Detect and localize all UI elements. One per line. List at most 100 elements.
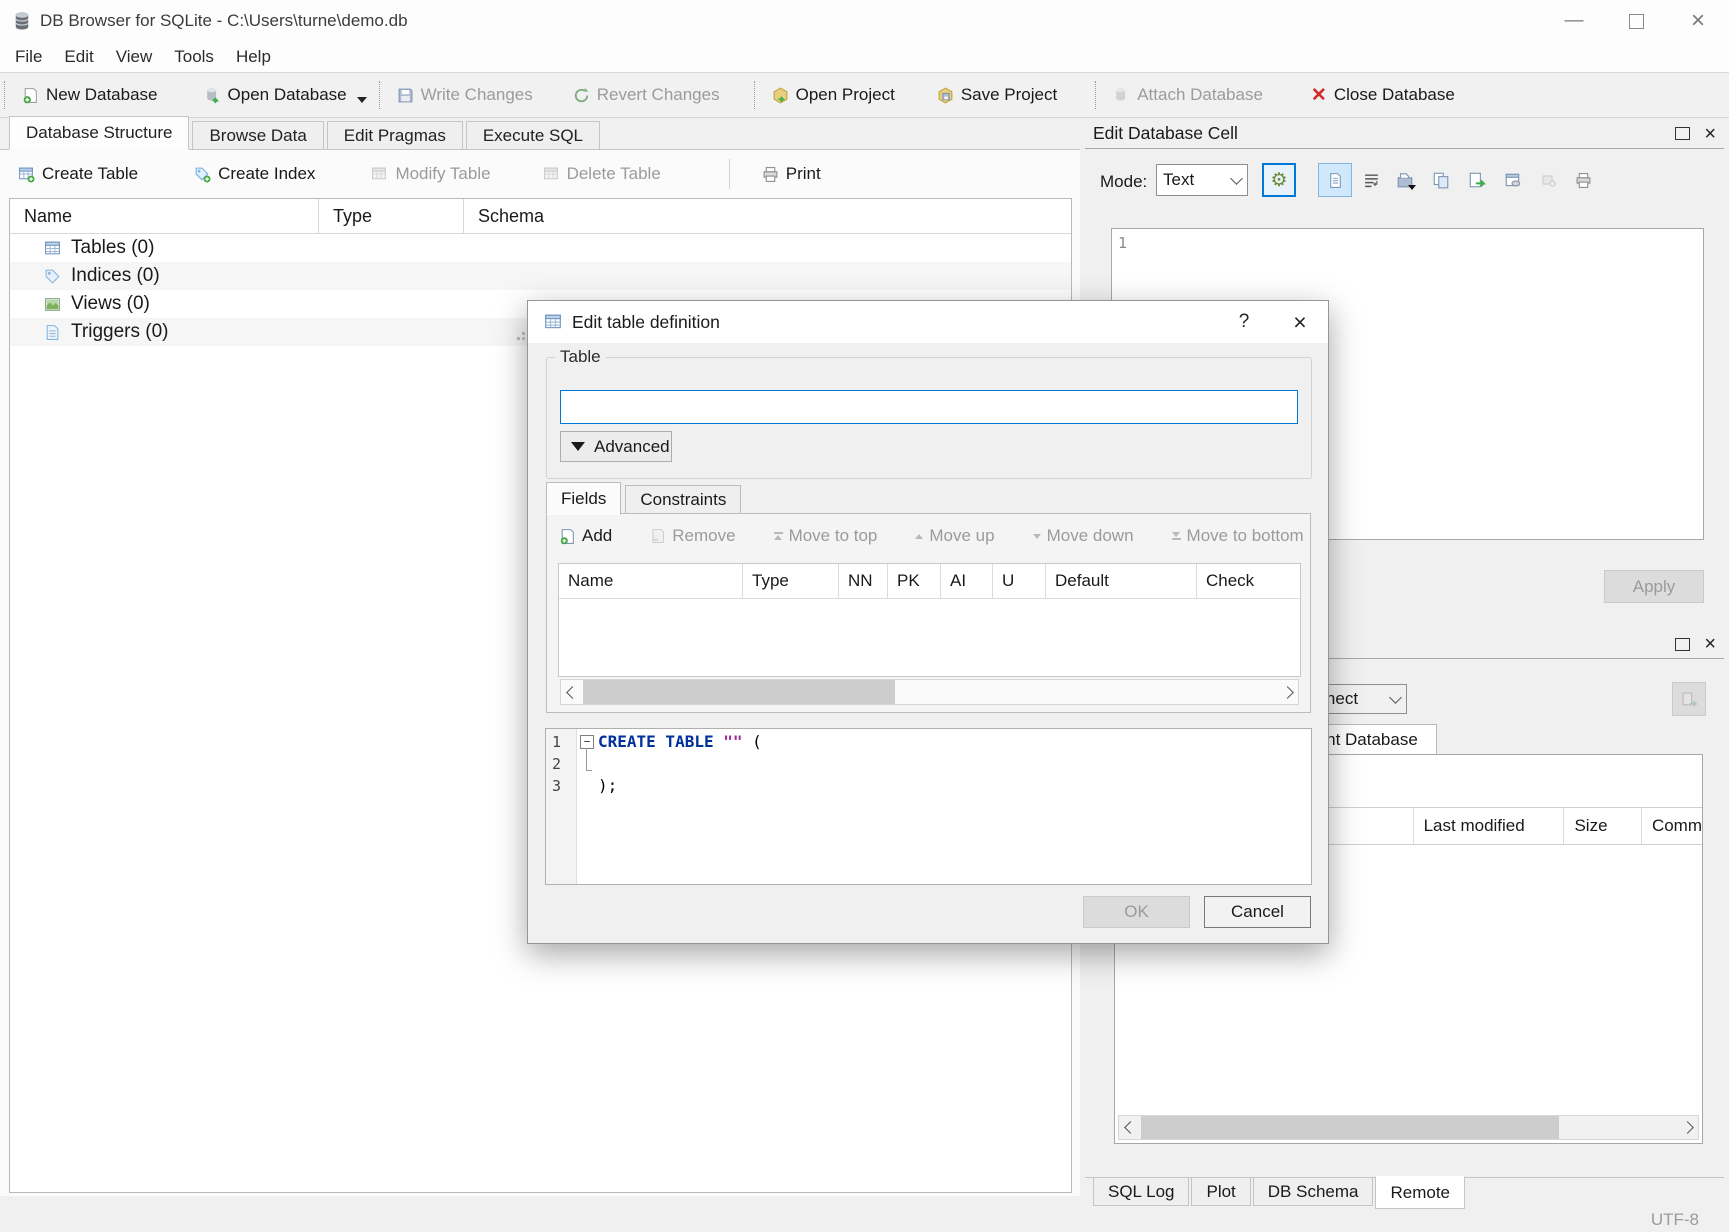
tree-column-schema[interactable]: Schema	[464, 199, 1071, 233]
close-button[interactable]: ×	[1667, 0, 1729, 42]
grid-column-u[interactable]: U	[993, 564, 1046, 598]
tree-row-tables[interactable]: Tables (0)	[10, 234, 1071, 262]
float-panel-icon[interactable]	[1675, 127, 1690, 140]
tree-row-label: Indices (0)	[71, 265, 160, 287]
fields-grid-scrollbar[interactable]	[560, 679, 1299, 705]
new-database-button[interactable]: New Database	[14, 78, 166, 112]
cancel-button[interactable]: Cancel	[1204, 896, 1311, 928]
save-project-button[interactable]: Save Project	[929, 78, 1065, 112]
scrollbar-thumb[interactable]	[583, 680, 895, 704]
modify-table-button[interactable]: Modify Table	[363, 157, 498, 191]
grid-column-ai[interactable]: AI	[941, 564, 993, 598]
sql-preview: 1 2 3 − CREATE TABLE "" ( );	[545, 728, 1312, 885]
tab-edit-pragmas[interactable]: Edit Pragmas	[327, 121, 463, 149]
tree-row-label: Tables (0)	[71, 237, 154, 259]
open-project-button[interactable]: Open Project	[764, 78, 903, 112]
move-to-top-button[interactable]: Move to top	[774, 526, 878, 546]
open-database-button[interactable]: Open Database	[196, 78, 355, 112]
write-changes-button[interactable]: Write Changes	[389, 78, 541, 112]
attach-database-button[interactable]: Attach Database	[1105, 78, 1271, 112]
move-up-icon	[915, 534, 923, 539]
close-panel-icon[interactable]: ×	[1704, 634, 1716, 654]
scrollbar-thumb[interactable]	[1141, 1116, 1559, 1139]
float-panel-icon[interactable]	[1675, 638, 1690, 651]
menu-tools[interactable]: Tools	[163, 42, 225, 72]
grid-column-nn[interactable]: NN	[839, 564, 888, 598]
table-group-label: Table	[555, 347, 606, 367]
delete-table-button[interactable]: Delete Table	[535, 157, 669, 191]
close-icon: ×	[1293, 309, 1306, 336]
scroll-left-icon[interactable]	[561, 680, 583, 704]
copy-cell-button[interactable]	[1424, 163, 1458, 197]
menu-file[interactable]: File	[4, 42, 53, 72]
grid-column-check[interactable]: Check	[1197, 564, 1300, 598]
mode-label: Mode:	[1100, 172, 1147, 192]
import-dropdown-icon	[1408, 185, 1416, 190]
move-down-button[interactable]: Move down	[1033, 526, 1134, 546]
grid-column-type[interactable]: Type	[743, 564, 839, 598]
tab-database-structure[interactable]: Database Structure	[9, 116, 189, 150]
save-project-icon	[937, 87, 954, 104]
sql-line-number: 2	[552, 755, 561, 773]
grid-column-pk[interactable]: PK	[888, 564, 941, 598]
fields-grid: Name Type NN PK AI U Default Check	[558, 563, 1301, 677]
apply-button[interactable]: Apply	[1604, 570, 1704, 603]
add-field-button[interactable]: Add	[559, 526, 612, 546]
maximize-button[interactable]	[1605, 0, 1667, 42]
dialog-title-bar[interactable]: Edit table definition ? ×	[528, 301, 1328, 343]
menu-edit[interactable]: Edit	[53, 42, 104, 72]
print-button[interactable]: Print	[754, 157, 829, 191]
app-icon	[12, 11, 32, 31]
open-in-window-button[interactable]	[1496, 163, 1530, 197]
scroll-right-icon[interactable]	[1276, 680, 1298, 704]
create-table-button[interactable]: Create Table	[10, 157, 146, 191]
remote-horizontal-scrollbar[interactable]	[1118, 1115, 1699, 1140]
ok-button[interactable]: OK	[1083, 896, 1190, 928]
menu-help[interactable]: Help	[225, 42, 282, 72]
grid-column-default[interactable]: Default	[1046, 564, 1197, 598]
move-to-bottom-button[interactable]: Move to bottom	[1172, 526, 1304, 546]
encoding-indicator: UTF-8	[1651, 1210, 1699, 1230]
sql-line-3[interactable]: );	[598, 776, 617, 795]
tree-row-indices[interactable]: Indices (0)	[10, 262, 1071, 290]
fold-marker-icon[interactable]: −	[580, 735, 594, 749]
sql-line-1[interactable]: CREATE TABLE "" (	[598, 732, 762, 751]
scroll-left-icon[interactable]	[1119, 1116, 1141, 1139]
set-null-button[interactable]	[1532, 163, 1566, 197]
menu-view[interactable]: View	[105, 42, 164, 72]
mode-settings-button[interactable]: ⚙	[1262, 163, 1296, 197]
tree-column-type[interactable]: Type	[319, 199, 464, 233]
remote-column-last-modified[interactable]: Last modified	[1414, 808, 1565, 844]
close-database-button[interactable]: ✕ Close Database	[1303, 78, 1463, 112]
grid-column-name[interactable]: Name	[559, 564, 743, 598]
open-database-dropdown-icon[interactable]	[357, 97, 367, 103]
create-index-button[interactable]: Create Index	[186, 157, 323, 191]
move-up-button[interactable]: Move up	[915, 526, 994, 546]
import-button[interactable]	[1388, 163, 1422, 197]
dialog-help-button[interactable]: ?	[1216, 301, 1272, 343]
tree-column-name[interactable]: Name	[10, 199, 319, 233]
scroll-right-icon[interactable]	[1676, 1116, 1698, 1139]
close-panel-icon[interactable]: ×	[1704, 124, 1716, 144]
text-view-button[interactable]	[1318, 163, 1352, 197]
tab-execute-sql[interactable]: Execute SQL	[466, 121, 600, 149]
tab-browse-data[interactable]: Browse Data	[192, 121, 323, 149]
dialog-close-button[interactable]: ×	[1272, 301, 1328, 343]
remote-column-size[interactable]: Size	[1564, 808, 1641, 844]
tab-constraints[interactable]: Constraints	[625, 485, 741, 514]
advanced-toggle-button[interactable]: Advanced	[560, 431, 672, 462]
toolbar-separator	[379, 81, 381, 109]
remote-push-button[interactable]	[1672, 682, 1706, 716]
minimize-button[interactable]: —	[1543, 0, 1605, 42]
remote-column-commit[interactable]: Comm	[1642, 808, 1702, 844]
export-button[interactable]	[1460, 163, 1494, 197]
mode-select[interactable]: Text	[1156, 164, 1248, 196]
revert-changes-button[interactable]: Revert Changes	[565, 78, 728, 112]
table-name-input[interactable]	[560, 390, 1298, 424]
remove-field-button[interactable]: Remove	[650, 526, 735, 546]
main-toolbar: New Database Open Database Write Changes…	[0, 72, 1729, 118]
print-cell-button[interactable]	[1566, 163, 1600, 197]
word-wrap-button[interactable]	[1354, 163, 1388, 197]
tab-fields[interactable]: Fields	[546, 482, 621, 515]
tab-remote[interactable]: Remote	[1375, 1176, 1465, 1209]
